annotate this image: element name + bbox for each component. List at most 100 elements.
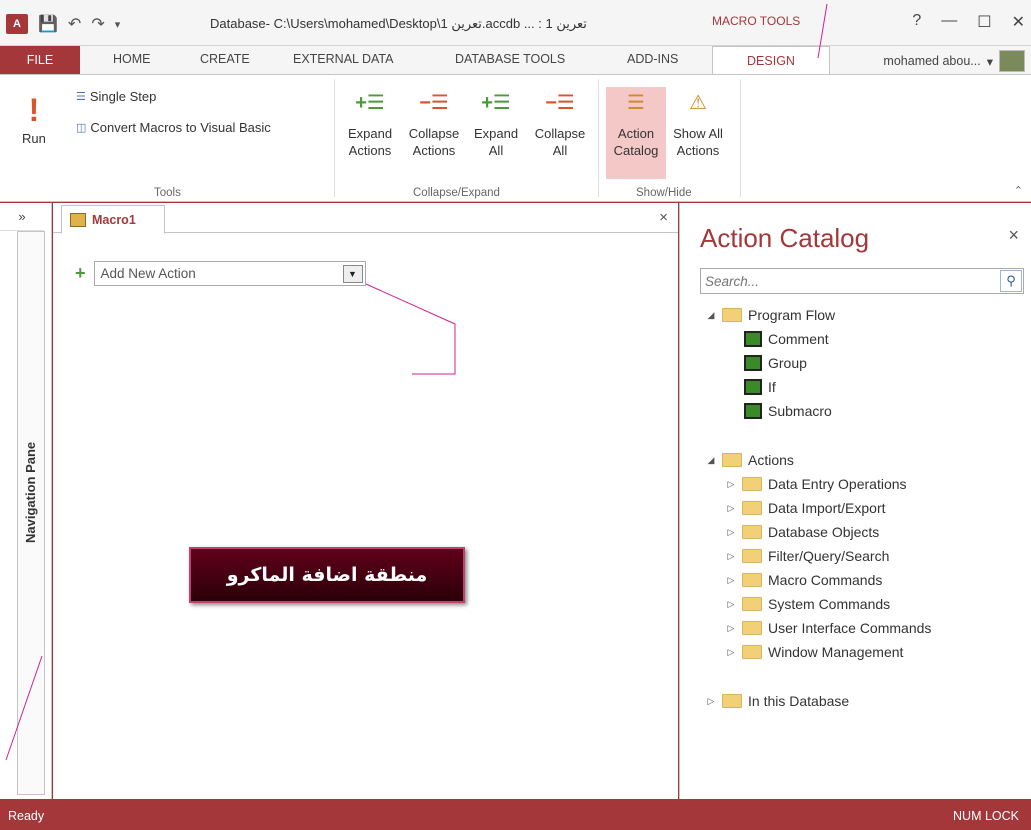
tab-create[interactable]: CREATE xyxy=(200,52,250,66)
chevron-down-icon[interactable]: ▼ xyxy=(342,264,363,283)
tree-item-macro-commands[interactable]: ▷ Macro Commands xyxy=(726,572,883,588)
folder-icon xyxy=(722,453,742,467)
add-new-action-row: + Add New Action ▼ xyxy=(75,261,366,286)
submacro-label: Submacro xyxy=(768,403,832,419)
collapse-expand-group-label: Collapse/Expand xyxy=(413,187,500,199)
catalog-search-box: ⚲ xyxy=(700,268,1024,294)
tab-add-ins[interactable]: ADD-INS xyxy=(627,52,678,66)
separator xyxy=(740,79,741,197)
tree-in-this-database[interactable]: ▷ In this Database xyxy=(706,693,850,709)
convert-label: Convert Macros to Visual Basic xyxy=(90,120,271,135)
quick-access-toolbar: A 💾 ↶ ↷ ▾ xyxy=(6,14,120,34)
single-step-button[interactable]: ☰ Single Step xyxy=(76,89,156,104)
title-bar: A 💾 ↶ ↷ ▾ Database- C:\Users\mohamed\Des… xyxy=(0,0,1031,46)
tree-item-system-commands[interactable]: ▷ System Commands xyxy=(726,596,891,612)
convert-icon: ◫ xyxy=(76,122,87,134)
folder-icon xyxy=(742,525,762,539)
tree-item-filter-query-search[interactable]: ▷ Filter/Query/Search xyxy=(726,548,890,564)
collapse-actions-icon: −☰ xyxy=(419,92,449,114)
collapsed-triangle-icon: ▷ xyxy=(727,502,735,513)
tree-item-submacro[interactable]: Submacro xyxy=(744,403,832,419)
expand-actions-icon: +☰ xyxy=(355,92,385,114)
minimize-button[interactable]: — xyxy=(941,12,957,32)
actions-label: Actions xyxy=(748,452,794,468)
tree-item-group[interactable]: Group xyxy=(744,355,807,371)
convert-macros-button[interactable]: ◫ Convert Macros to Visual Basic xyxy=(76,120,271,135)
close-button[interactable]: ✕ xyxy=(1012,12,1025,32)
tab-design[interactable]: DESIGN xyxy=(712,46,830,75)
tree-item-comment[interactable]: Comment xyxy=(744,331,829,347)
close-document-icon[interactable]: × xyxy=(659,209,668,226)
folder-icon xyxy=(742,501,762,515)
collapse-all-icon: −☰ xyxy=(545,92,575,114)
expand-all-label: Expand All xyxy=(473,126,519,158)
tree-program-flow[interactable]: ◢ Program Flow xyxy=(706,307,836,323)
status-bar: Ready NUM LOCK xyxy=(0,800,1031,830)
macro-tools-context-label: MACRO TOOLS xyxy=(712,14,801,28)
add-new-action-combo[interactable]: Add New Action ▼ xyxy=(93,261,366,286)
collapse-actions-button[interactable]: −☰ Collapse Actions xyxy=(404,87,464,159)
tab-file[interactable]: FILE xyxy=(0,46,80,74)
group-label: Group xyxy=(768,355,807,371)
tab-database-tools[interactable]: DATABASE TOOLS xyxy=(455,52,565,66)
user-account[interactable]: mohamed abou... ▾ xyxy=(883,50,1025,72)
close-catalog-icon[interactable]: × xyxy=(1008,225,1019,246)
redo-icon[interactable]: ↷ xyxy=(91,14,104,34)
collapsed-triangle-icon: ▷ xyxy=(707,695,715,706)
add-new-action-text: Add New Action xyxy=(100,266,196,281)
document-tab-bar: Macro1 × xyxy=(53,203,678,234)
folder-icon xyxy=(742,597,762,611)
expand-actions-button[interactable]: +☰ Expand Actions xyxy=(340,87,400,159)
tree-item-data-entry[interactable]: ▷ Data Entry Operations xyxy=(726,476,907,492)
undo-icon[interactable]: ↶ xyxy=(68,14,81,34)
save-icon[interactable]: 💾 xyxy=(38,14,58,34)
data-entry-label: Data Entry Operations xyxy=(768,476,907,492)
access-app-icon[interactable]: A xyxy=(6,14,28,34)
show-all-actions-button[interactable]: ⚠ Show All Actions xyxy=(668,87,728,159)
group-icon xyxy=(744,355,762,371)
tree-item-data-import-export[interactable]: ▷ Data Import/Export xyxy=(726,500,886,516)
window-management-label: Window Management xyxy=(768,644,904,660)
tree-item-if[interactable]: If xyxy=(744,379,776,395)
user-interface-commands-label: User Interface Commands xyxy=(768,620,932,636)
window-title: Database- C:\Users\mohamed\Desktop\1 تعر… xyxy=(210,16,587,31)
search-input[interactable] xyxy=(705,273,985,289)
macro-area-callout: منطقة اضافة الماكرو xyxy=(189,547,465,603)
search-icon[interactable]: ⚲ xyxy=(1000,270,1022,292)
expand-all-button[interactable]: +☰ Expand All xyxy=(466,87,526,159)
expanded-triangle-icon: ◢ xyxy=(707,309,715,320)
macro1-tab-label: Macro1 xyxy=(92,212,136,227)
tree-item-user-interface-commands[interactable]: ▷ User Interface Commands xyxy=(726,620,932,636)
collapsed-triangle-icon: ▷ xyxy=(727,598,735,609)
navigation-pane: » Navigation Pane xyxy=(0,203,52,799)
action-catalog-icon: ☰ xyxy=(627,92,645,114)
filter-query-search-label: Filter/Query/Search xyxy=(768,548,890,564)
folder-icon xyxy=(742,573,762,587)
comment-label: Comment xyxy=(768,331,829,347)
tab-macro1[interactable]: Macro1 xyxy=(61,205,165,234)
tree-actions[interactable]: ◢ Actions xyxy=(706,452,794,468)
nav-pane-expand-icon[interactable]: » xyxy=(0,203,44,231)
help-button[interactable]: ? xyxy=(912,12,921,32)
avatar xyxy=(999,50,1025,72)
single-step-label: Single Step xyxy=(89,89,157,104)
collapsed-triangle-icon: ▷ xyxy=(727,646,735,657)
separator xyxy=(598,79,599,197)
expand-all-icon: +☰ xyxy=(481,92,511,114)
action-catalog-button[interactable]: ☰ Action Catalog xyxy=(606,87,666,179)
run-button[interactable]: ! Run xyxy=(22,94,46,146)
restore-button[interactable]: ☐ xyxy=(977,12,991,32)
collapse-ribbon-icon[interactable]: ⌃ xyxy=(1014,184,1023,197)
tree-item-window-management[interactable]: ▷ Window Management xyxy=(726,644,904,660)
data-import-export-label: Data Import/Export xyxy=(768,500,886,516)
folder-icon xyxy=(722,308,742,322)
user-menu-icon: ▾ xyxy=(986,54,993,69)
customize-qat-icon[interactable]: ▾ xyxy=(115,18,121,31)
tab-external-data[interactable]: EXTERNAL DATA xyxy=(293,52,393,66)
collapsed-triangle-icon: ▷ xyxy=(727,574,735,585)
tab-home[interactable]: HOME xyxy=(113,52,151,66)
collapse-all-button[interactable]: −☰ Collapse All xyxy=(530,87,590,159)
macro-commands-label: Macro Commands xyxy=(768,572,883,588)
action-catalog-pane: Action Catalog × ⚲ ◢ Program Flow Commen… xyxy=(679,203,1031,799)
tree-item-database-objects[interactable]: ▷ Database Objects xyxy=(726,524,880,540)
